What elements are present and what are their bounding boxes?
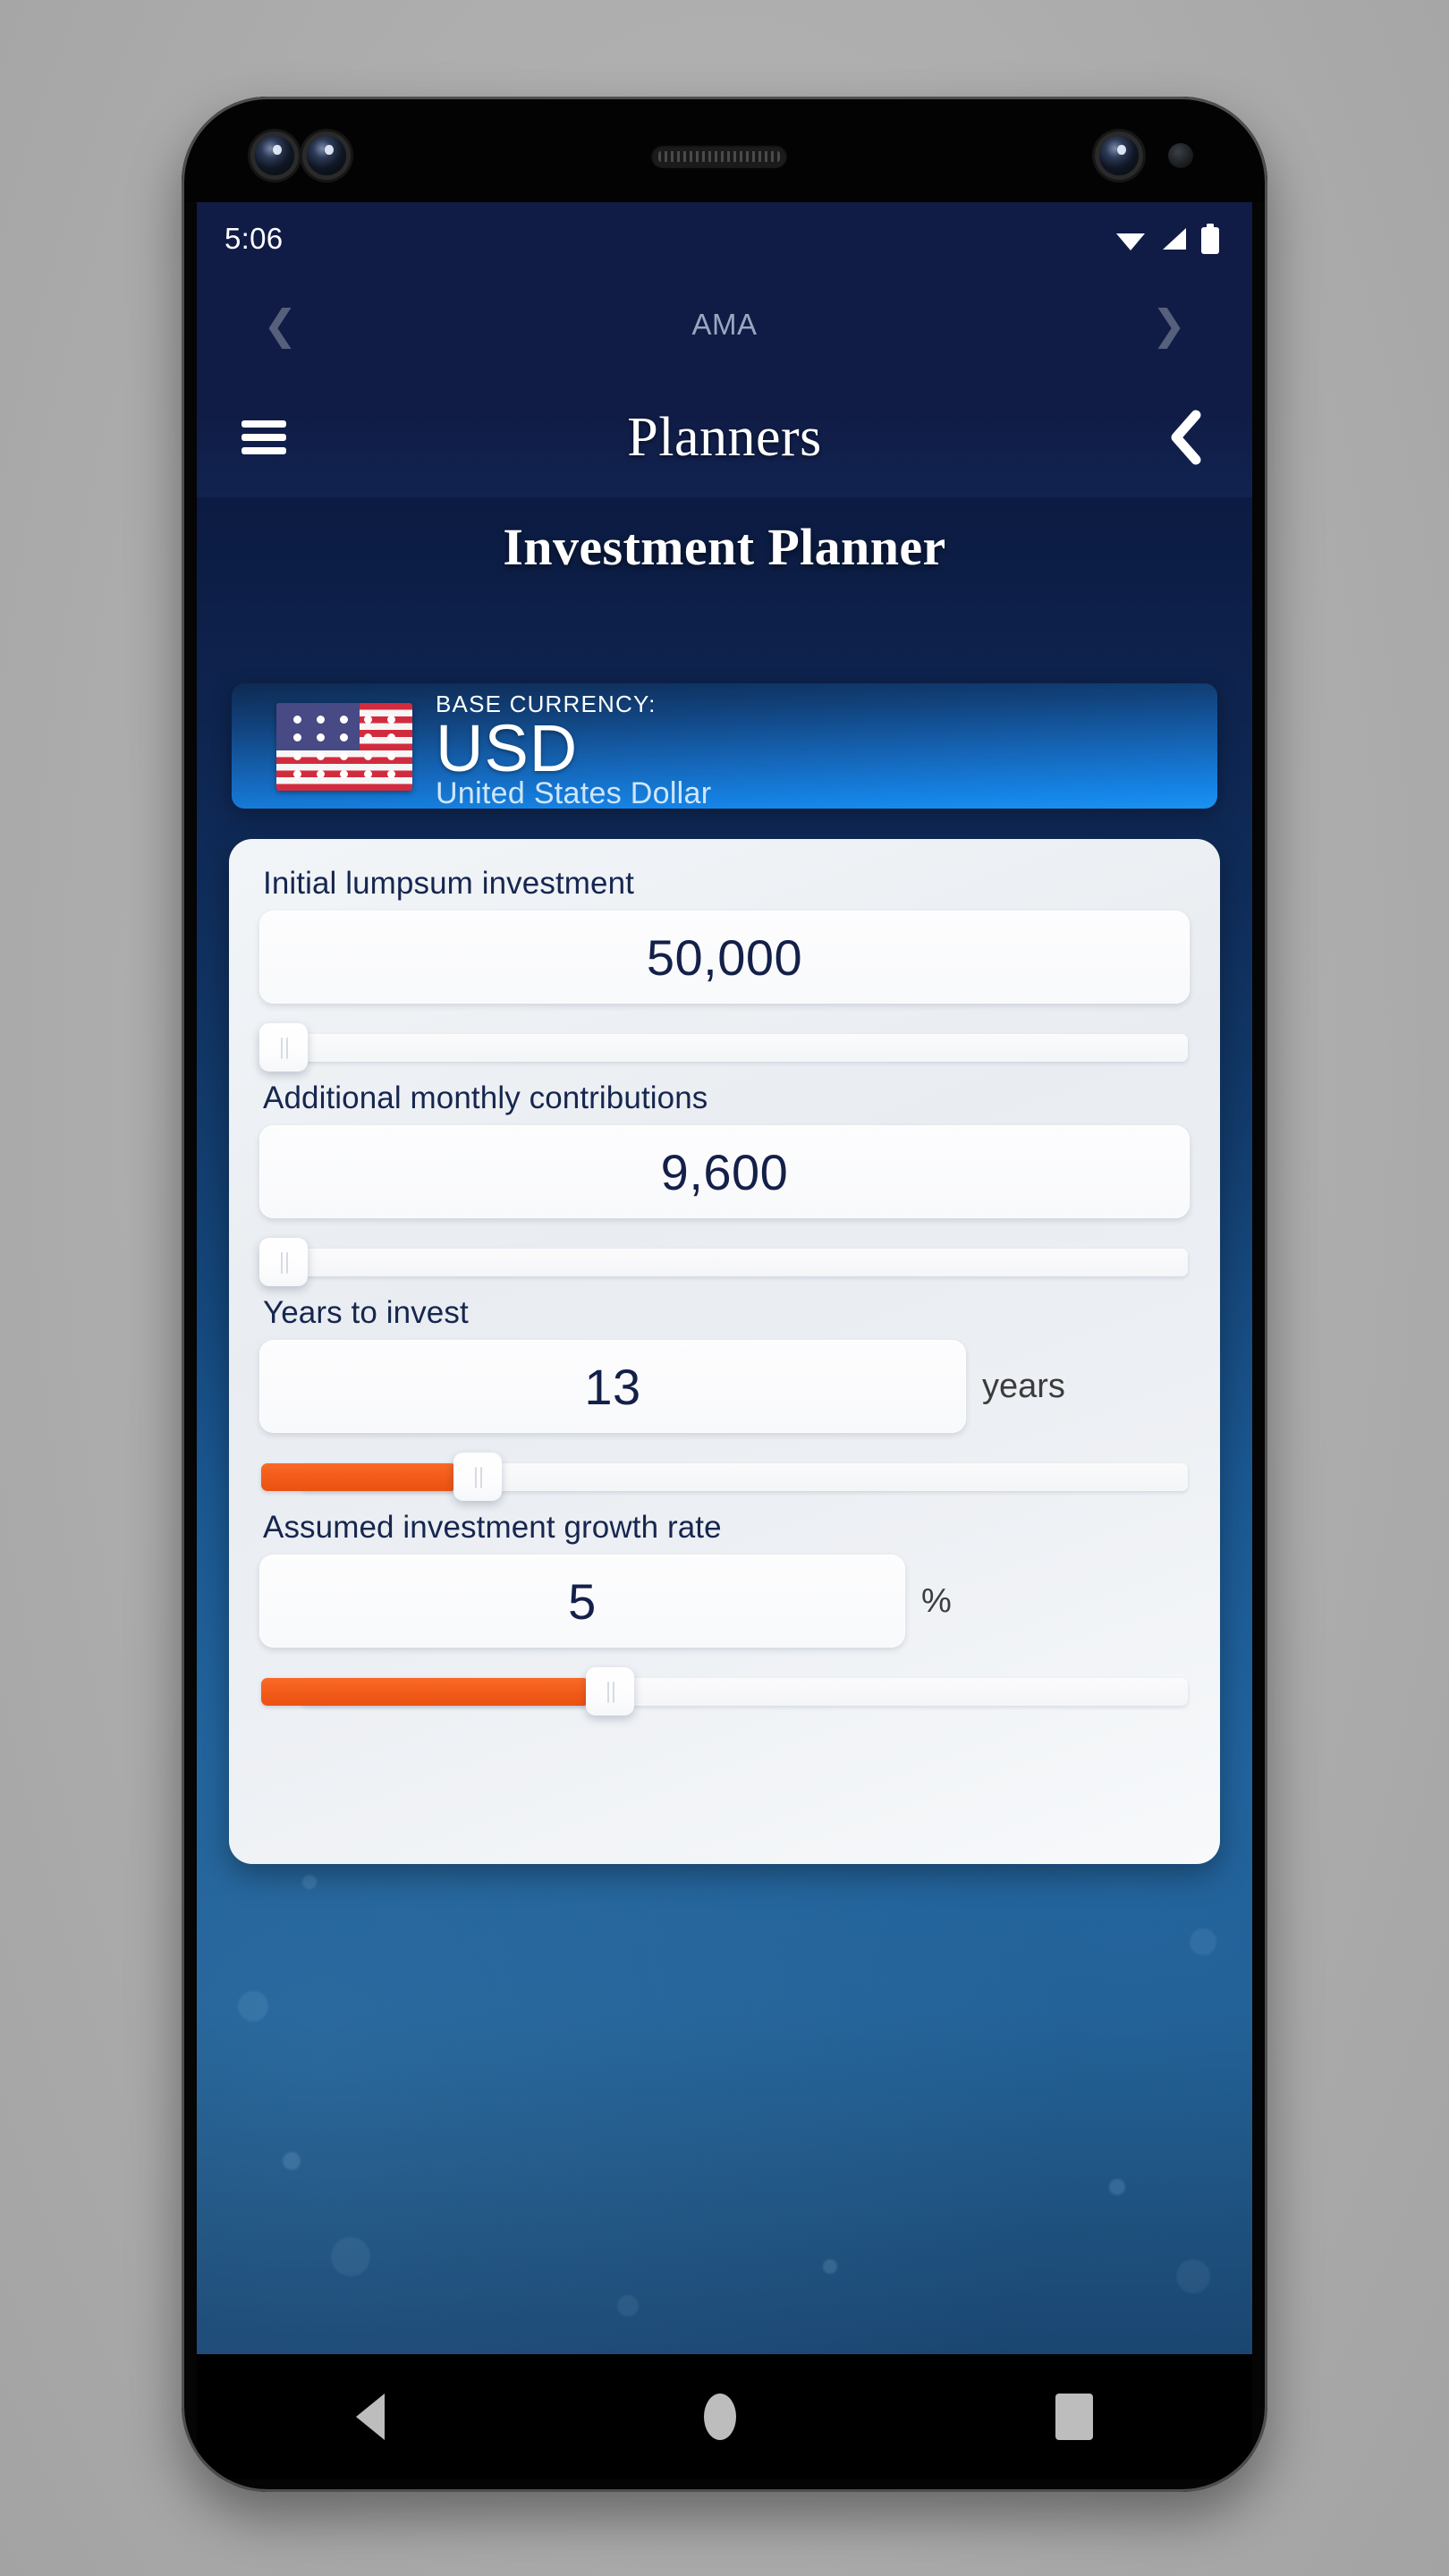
status-bar: 5:06 — [197, 202, 1252, 272]
input-row: 50,000 — [259, 911, 1190, 1004]
front-camera-lens-2 — [307, 136, 346, 175]
years-to-invest-slider[interactable] — [259, 1453, 1190, 1501]
growth-rate-slider[interactable] — [259, 1667, 1190, 1716]
status-bar-icons — [1114, 224, 1220, 254]
field-label: Years to invest — [263, 1295, 469, 1330]
proximity-sensor-icon — [1168, 143, 1193, 168]
investment-form-card: Initial lumpsum investment 50,000 Additi… — [229, 839, 1220, 1864]
wifi-icon — [1116, 233, 1145, 250]
account-pager: ❮ AMA ❯ — [197, 272, 1252, 377]
slider-thumb[interactable] — [585, 1667, 634, 1716]
triangle-back-icon[interactable] — [356, 2394, 386, 2440]
app-bar: Planners — [197, 377, 1252, 497]
slider-thumb[interactable] — [259, 1023, 308, 1072]
chevron-right-icon[interactable]: ❯ — [1151, 304, 1186, 345]
initial-lumpsum-slider[interactable] — [259, 1023, 1190, 1072]
monthly-contributions-slider[interactable] — [259, 1238, 1190, 1286]
field-monthly-contributions: Additional monthly contributions 9,600 — [259, 1080, 1190, 1286]
account-label: AMA — [691, 308, 758, 341]
field-label: Additional monthly contributions — [263, 1080, 708, 1115]
slider-fill — [261, 1463, 457, 1491]
slider-thumb[interactable] — [453, 1453, 502, 1501]
slider-track[interactable] — [301, 1249, 1188, 1276]
monthly-contributions-input[interactable]: 9,600 — [259, 1125, 1190, 1218]
currency-name: United States Dollar — [436, 776, 712, 809]
field-label: Assumed investment growth rate — [263, 1510, 722, 1545]
chevron-left-icon[interactable] — [1166, 410, 1206, 465]
base-currency-card[interactable]: BASE CURRENCY: USD United States Dollar — [232, 683, 1217, 809]
growth-rate-input[interactable]: 5 — [259, 1555, 905, 1648]
input-row: 9,600 — [259, 1125, 1190, 1218]
front-camera-lens-1 — [255, 136, 294, 175]
slider-track[interactable] — [301, 1034, 1188, 1062]
years-to-invest-input[interactable]: 13 — [259, 1340, 966, 1433]
phone-device: 5:06 ❮ AMA ❯ Planners Investment Planner… — [182, 97, 1267, 2492]
initial-lumpsum-input[interactable]: 50,000 — [259, 911, 1190, 1004]
input-row: 13 years — [259, 1340, 1190, 1433]
us-flag-icon — [276, 703, 412, 791]
chevron-left-icon[interactable]: ❮ — [263, 304, 298, 345]
slider-fill — [261, 1678, 589, 1706]
percent-unit-label: % — [921, 1581, 952, 1620]
field-years-to-invest: Years to invest 13 years — [259, 1295, 1190, 1501]
currency-text-block: BASE CURRENCY: USD United States Dollar — [436, 691, 711, 809]
currency-code: USD — [436, 711, 579, 785]
field-initial-lumpsum: Initial lumpsum investment 50,000 — [259, 866, 1190, 1072]
earpiece-speaker-grille — [651, 145, 787, 168]
battery-icon — [1201, 224, 1219, 254]
phone-screen: 5:06 ❮ AMA ❯ Planners Investment Planner… — [197, 202, 1252, 2354]
circle-home-icon[interactable] — [703, 2394, 736, 2440]
input-row: 5 % — [259, 1555, 1190, 1648]
front-camera-lens-3 — [1099, 136, 1139, 175]
hamburger-menu-icon[interactable] — [242, 414, 286, 461]
field-growth-rate: Assumed investment growth rate 5 % — [259, 1510, 1190, 1716]
slider-thumb[interactable] — [259, 1238, 308, 1286]
app-bar-title: Planners — [627, 406, 822, 468]
device-top-bezel — [182, 97, 1267, 202]
status-bar-clock: 5:06 — [225, 222, 284, 255]
years-unit-label: years — [982, 1367, 1065, 1405]
android-navigation-bar — [197, 2354, 1252, 2479]
square-recents-icon[interactable] — [1055, 2394, 1093, 2440]
field-label: Initial lumpsum investment — [263, 866, 634, 901]
cellular-signal-icon — [1163, 228, 1186, 250]
page-title: Investment Planner — [503, 518, 946, 576]
